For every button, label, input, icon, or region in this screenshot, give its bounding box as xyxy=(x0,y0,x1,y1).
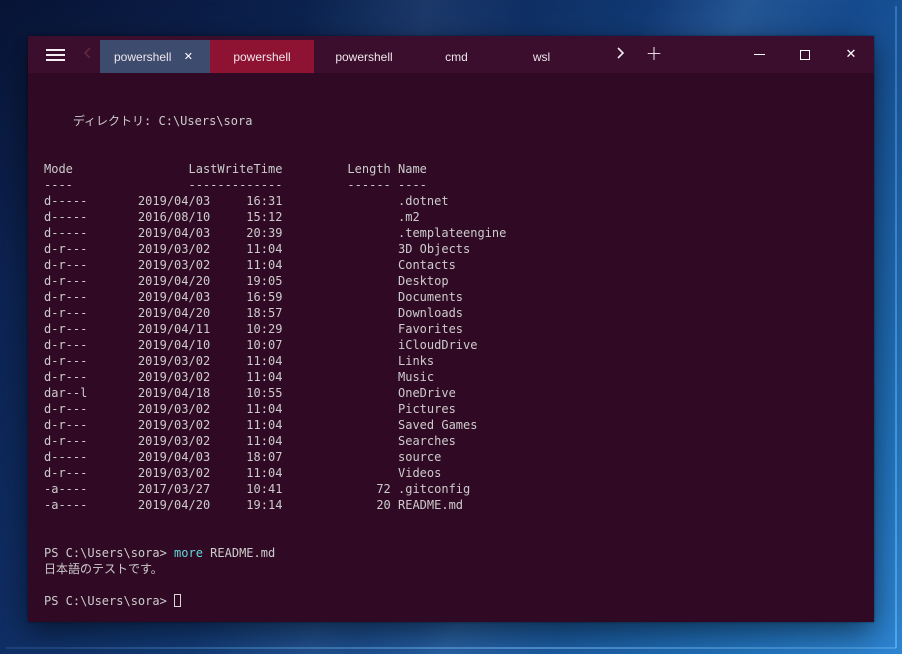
terminal-line: dar--l 2019/04/18 10:55 OneDrive xyxy=(44,385,864,401)
terminal-cursor xyxy=(174,594,181,607)
terminal-line xyxy=(44,97,864,113)
terminal-line: ディレクトリ: C:\Users\sora xyxy=(44,113,864,129)
minimize-icon xyxy=(754,54,765,55)
terminal-line: d-r--- 2019/04/10 10:07 iCloudDrive xyxy=(44,337,864,353)
tab-close-icon[interactable]: ✕ xyxy=(181,49,196,64)
maximize-icon xyxy=(800,50,810,60)
terminal-line xyxy=(44,145,864,161)
tab-powershell-3[interactable]: powershell xyxy=(314,40,414,73)
terminal-line: d----- 2019/04/03 16:31 .dotnet xyxy=(44,193,864,209)
terminal-line: d-r--- 2019/03/02 11:04 Links xyxy=(44,353,864,369)
chevron-right-icon xyxy=(616,46,626,63)
scroll-tabs-left-button[interactable] xyxy=(74,36,100,73)
terminal-line: d-r--- 2019/03/02 11:04 Saved Games xyxy=(44,417,864,433)
terminal-output: ディレクトリ: C:\Users\sora Mode LastWriteTime … xyxy=(44,81,864,609)
terminal-line: d-r--- 2019/03/02 11:04 Videos xyxy=(44,465,864,481)
tab-strip: powershell ✕ powershell powershell cmd w… xyxy=(100,36,584,73)
terminal-line: Mode LastWriteTime Length Name xyxy=(44,161,864,177)
tab-powershell-1[interactable]: powershell ✕ xyxy=(100,40,210,73)
terminal-line: d-r--- 2019/04/20 19:05 Desktop xyxy=(44,273,864,289)
minimize-button[interactable] xyxy=(736,36,782,73)
tab-cmd[interactable]: cmd xyxy=(414,40,499,73)
terminal-content[interactable]: ディレクトリ: C:\Users\sora Mode LastWriteTime … xyxy=(28,73,874,622)
chevron-left-icon xyxy=(82,46,92,63)
tab-label: powershell xyxy=(335,50,392,64)
terminal-line xyxy=(44,529,864,545)
terminal-line: ---- ------------- ------ ---- xyxy=(44,177,864,193)
scroll-tabs-right-button[interactable] xyxy=(608,36,634,73)
tabbar-spacer xyxy=(674,36,736,73)
terminal-line: -a---- 2019/04/20 19:14 20 README.md xyxy=(44,497,864,513)
terminal-window: powershell ✕ powershell powershell cmd w… xyxy=(28,36,874,622)
terminal-line: d-r--- 2019/03/02 11:04 Music xyxy=(44,369,864,385)
terminal-line: d----- 2019/04/03 18:07 source xyxy=(44,449,864,465)
terminal-line: PS C:\Users\sora> more README.md xyxy=(44,545,864,561)
terminal-line: PS C:\Users\sora> xyxy=(44,593,864,609)
close-icon: ✕ xyxy=(846,47,857,62)
terminal-line: d-r--- 2019/04/20 18:57 Downloads xyxy=(44,305,864,321)
hamburger-icon xyxy=(46,46,65,64)
new-tab-button[interactable]: + xyxy=(634,36,674,73)
plus-icon: + xyxy=(646,41,663,65)
terminal-line xyxy=(44,577,864,593)
close-button[interactable]: ✕ xyxy=(828,36,874,73)
tab-powershell-2[interactable]: powershell xyxy=(210,40,314,73)
desktop-wallpaper: powershell ✕ powershell powershell cmd w… xyxy=(0,0,902,654)
terminal-line: -a---- 2017/03/27 10:41 72 .gitconfig xyxy=(44,481,864,497)
terminal-line: d-r--- 2019/03/02 11:04 Pictures xyxy=(44,401,864,417)
terminal-line: d----- 2016/08/10 15:12 .m2 xyxy=(44,209,864,225)
tab-bar: powershell ✕ powershell powershell cmd w… xyxy=(28,36,874,73)
terminal-line: 日本語のテストです。 xyxy=(44,561,864,577)
terminal-line: d-r--- 2019/03/02 11:04 Searches xyxy=(44,433,864,449)
tab-label: powershell xyxy=(114,50,171,64)
terminal-line: d-r--- 2019/03/02 11:04 3D Objects xyxy=(44,241,864,257)
terminal-line xyxy=(44,81,864,97)
maximize-button[interactable] xyxy=(782,36,828,73)
menu-button[interactable] xyxy=(36,36,74,73)
terminal-line: d----- 2019/04/03 20:39 .templateengine xyxy=(44,225,864,241)
wallpaper-light-edge-bottom xyxy=(6,647,896,649)
terminal-line: d-r--- 2019/04/11 10:29 Favorites xyxy=(44,321,864,337)
tab-wsl[interactable]: wsl xyxy=(499,40,584,73)
wallpaper-light-edge-right xyxy=(895,6,897,648)
terminal-line xyxy=(44,129,864,145)
tab-label: cmd xyxy=(445,50,468,64)
terminal-line: d-r--- 2019/03/02 11:04 Contacts xyxy=(44,257,864,273)
tab-label: wsl xyxy=(533,50,550,64)
terminal-line xyxy=(44,513,864,529)
terminal-line: d-r--- 2019/04/03 16:59 Documents xyxy=(44,289,864,305)
tab-label: powershell xyxy=(233,50,290,64)
